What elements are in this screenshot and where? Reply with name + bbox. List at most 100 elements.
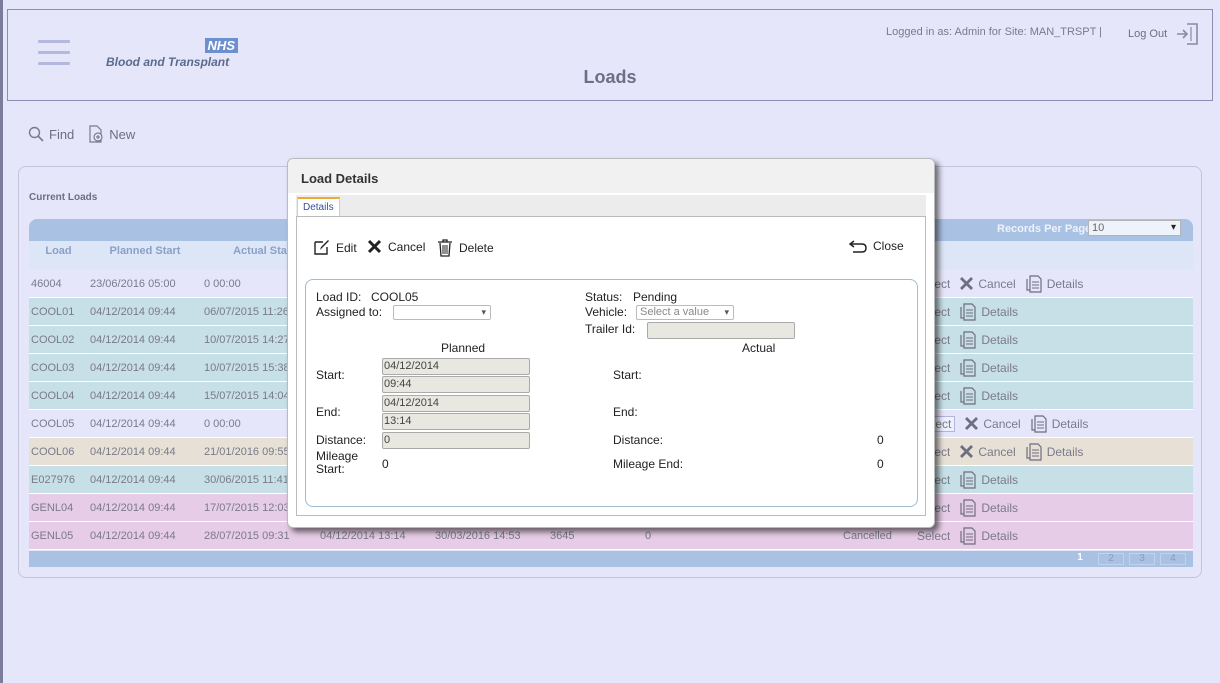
page-button[interactable]: 2: [1098, 553, 1124, 565]
status-label: Status:: [585, 290, 623, 304]
row-action-label: Details: [1046, 276, 1084, 291]
panel-title: Current Loads: [29, 192, 98, 203]
cell-load: COOL03: [31, 361, 75, 374]
details-icon: [960, 498, 976, 517]
cell-load: E027976: [31, 473, 76, 486]
trailer-id-label: Trailer Id:: [585, 322, 636, 336]
cell-distance: 0: [645, 529, 652, 542]
row-details-button[interactable]: Details: [1025, 442, 1083, 461]
planned-distance-input[interactable]: 0: [382, 432, 530, 449]
cell-planned-start: 04/12/2014 09:44: [90, 417, 176, 430]
app-header: NHS Blood and Transplant Loads Logged in…: [7, 9, 1213, 101]
mileage-start-label: Mileage Start:: [316, 449, 359, 476]
dialog-title: Load Details: [288, 159, 934, 193]
row-action-label: Select: [917, 528, 951, 543]
actual-end-label: End:: [613, 405, 638, 419]
cell-planned-start: 04/12/2014 09:44: [90, 361, 176, 374]
vehicle-label: Vehicle:: [585, 305, 628, 319]
cell-planned-start: 04/12/2014 09:44: [90, 501, 176, 514]
delete-button[interactable]: Delete: [437, 239, 494, 257]
row-cancel-button[interactable]: Cancel: [959, 276, 1016, 291]
cell-actual-start: 28/07/2015 09:31: [204, 529, 290, 542]
find-button[interactable]: Find: [28, 125, 74, 143]
details-icon: [1026, 442, 1042, 461]
page-button[interactable]: 1: [1067, 553, 1093, 565]
main-toolbar: Find New: [28, 125, 135, 143]
mileage-end-label: Mileage End:: [613, 457, 684, 471]
menu-icon[interactable]: [38, 40, 70, 68]
new-document-icon: [89, 125, 103, 143]
planned-end-date-input[interactable]: 04/12/2014: [382, 395, 530, 412]
trailer-id-input[interactable]: [647, 322, 795, 339]
details-icon: [1026, 274, 1042, 293]
details-icon: [960, 470, 976, 489]
page-button[interactable]: 4: [1160, 553, 1186, 565]
mileage-start-value: 0: [382, 457, 389, 471]
actual-heading: Actual: [742, 341, 776, 355]
row-action-label: Cancel: [978, 444, 1016, 459]
assigned-to-select[interactable]: [393, 305, 491, 320]
cell-status: Cancelled: [843, 529, 892, 542]
edit-button[interactable]: Edit: [313, 239, 357, 256]
edit-label: Edit: [336, 240, 357, 255]
cell-planned-start: 04/12/2014 09:44: [90, 445, 176, 458]
details-icon: [1031, 414, 1047, 433]
mileage-end-value: 0: [877, 457, 884, 471]
tab-details[interactable]: Details: [297, 197, 340, 217]
row-details-button[interactable]: Details: [1025, 274, 1084, 293]
row-cancel-button[interactable]: Cancel: [959, 444, 1016, 459]
close-button[interactable]: Close: [849, 239, 904, 253]
row-actions: Select Details: [917, 526, 1027, 545]
close-x-icon: [960, 445, 974, 458]
row-details-button[interactable]: Details: [959, 526, 1018, 545]
cell-planned-start: 04/12/2014 09:44: [90, 473, 176, 486]
cell-planned-start: 04/12/2014 09:44: [90, 305, 176, 318]
column-header-load[interactable]: Load: [29, 241, 88, 269]
close-label: Close: [873, 239, 904, 253]
row-details-button[interactable]: Details: [959, 386, 1018, 405]
planned-end-label: End:: [316, 405, 341, 419]
records-per-page-select[interactable]: 10: [1088, 220, 1181, 236]
cell-planned-start: 04/12/2014 09:44: [90, 389, 176, 402]
row-details-button[interactable]: Details: [959, 358, 1018, 377]
planned-distance-label: Distance:: [316, 433, 367, 447]
details-icon: [960, 302, 976, 321]
column-header-planned-start[interactable]: Planned Start: [88, 241, 202, 269]
close-x-icon: [960, 277, 974, 290]
row-action-label: Details: [981, 304, 1019, 319]
cancel-load-button[interactable]: Cancel: [367, 239, 425, 254]
logout-icon: [1177, 23, 1198, 45]
vehicle-select[interactable]: Select a value: [636, 305, 734, 320]
row-actions: SelectCancelDetails: [915, 414, 1097, 433]
records-per-page-label: Records Per Page:: [997, 223, 1095, 235]
row-action-label: Cancel: [978, 276, 1016, 291]
row-select-button[interactable]: Select: [917, 529, 950, 543]
cell-planned-start: 04/12/2014 09:44: [90, 333, 176, 346]
row-action-label: Cancel: [983, 416, 1021, 431]
logout-label: Log Out: [1128, 28, 1168, 40]
search-icon: [28, 126, 44, 142]
find-label: Find: [49, 126, 75, 142]
tab-content: Edit Cancel Delete Close Load ID: COOL05…: [296, 216, 926, 516]
status-value: Pending: [633, 290, 678, 304]
planned-start-date-input[interactable]: 04/12/2014: [382, 358, 530, 375]
load-details-dialog: Load Details Details Edit Cancel Delete …: [287, 158, 935, 528]
cancel-label: Cancel: [388, 239, 426, 254]
page-button[interactable]: 3: [1129, 553, 1155, 565]
new-button[interactable]: New: [88, 125, 135, 143]
cell-load: GENL05: [31, 529, 74, 542]
row-details-button[interactable]: Details: [959, 470, 1018, 489]
left-edge: [0, 0, 3, 683]
row-action-label: Details: [1051, 416, 1089, 431]
planned-end-time-input[interactable]: 13:14: [382, 413, 530, 430]
row-cancel-button[interactable]: Cancel: [964, 416, 1021, 431]
row-details-button[interactable]: Details: [959, 330, 1018, 349]
row-details-button[interactable]: Details: [1030, 414, 1089, 433]
new-label: New: [109, 126, 136, 142]
row-details-button[interactable]: Details: [959, 302, 1019, 321]
row-action-label: Details: [981, 500, 1019, 515]
planned-start-time-input[interactable]: 09:44: [382, 376, 530, 393]
row-details-button[interactable]: Details: [959, 498, 1019, 517]
cell-load: 46004: [31, 277, 62, 290]
logout-button[interactable]: Log Out: [1128, 21, 1201, 47]
